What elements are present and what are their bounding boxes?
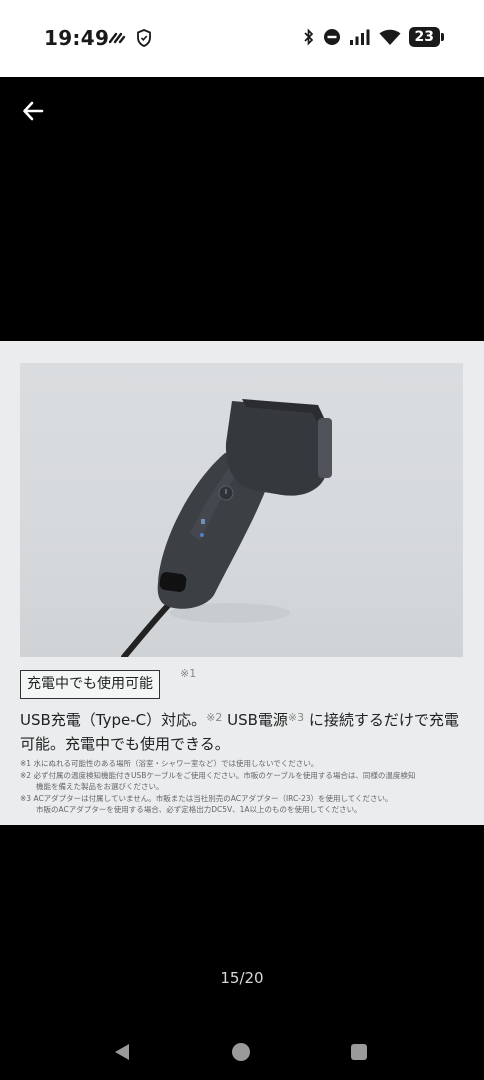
feature-tag-note: ※1 xyxy=(180,667,197,680)
headline-part-a: USB充電（Type-C）対応。 xyxy=(20,711,207,729)
nav-back-icon[interactable] xyxy=(113,1042,131,1062)
bluetooth-icon xyxy=(303,28,313,46)
headline-note-b: ※3 xyxy=(287,711,305,724)
shield-icon xyxy=(137,29,151,47)
status-left-icons xyxy=(108,29,152,47)
footnote-2: ※2 必ず付属の温度検知機能付きUSBケーブルをご使用ください。市販のケーブルを… xyxy=(20,770,416,780)
headline-note-a: ※2 xyxy=(206,711,223,724)
signal-icon xyxy=(349,29,370,45)
battery-icon: 23 xyxy=(408,27,445,47)
nav-recents-icon[interactable] xyxy=(351,1044,367,1060)
headline: USB充電（Type-C）対応。※2 USB電源※3 に接続するだけで充電可能。… xyxy=(20,706,466,756)
status-right-icons: 23 xyxy=(303,27,445,47)
navigation-bar xyxy=(0,1007,484,1080)
wifi-icon xyxy=(379,29,401,45)
headline-part-b: USB電源 xyxy=(222,711,288,729)
footnote-3-cont: 市販のACアダプターを使用する場合、必ず定格出力DC5V、1A以上のものを使用し… xyxy=(36,805,362,814)
feature-tag: 充電中でも使用可能 xyxy=(20,670,160,699)
product-image[interactable]: 充電中でも使用可能 ※1 USB充電（Type-C）対応。※2 USB電源※3 … xyxy=(0,341,484,825)
page-counter: 15/20 xyxy=(220,969,264,987)
nav-home-icon[interactable] xyxy=(232,1043,250,1061)
do-not-disturb-icon xyxy=(323,29,340,45)
footnote-3: ※3 ACアダプターは付属していません。市販または当社別売のACアダプター（IR… xyxy=(20,793,393,803)
footnotes: ※1 水にぬれる可能性のある場所（浴室・シャワー室など）では使用しないでください… xyxy=(20,758,466,816)
footnote-2-cont: 機能を備えた製品をお選びください。 xyxy=(36,782,164,791)
data-saver-icon xyxy=(108,32,126,44)
status-time: 19:49 xyxy=(44,26,110,50)
arrow-left-icon[interactable] xyxy=(18,95,50,127)
status-bar: 19:49 23 xyxy=(0,0,484,77)
footnote-1: ※1 水にぬれる可能性のある場所（浴室・シャワー室など）では使用しないでください… xyxy=(20,759,319,768)
shaver-photo xyxy=(20,363,463,657)
